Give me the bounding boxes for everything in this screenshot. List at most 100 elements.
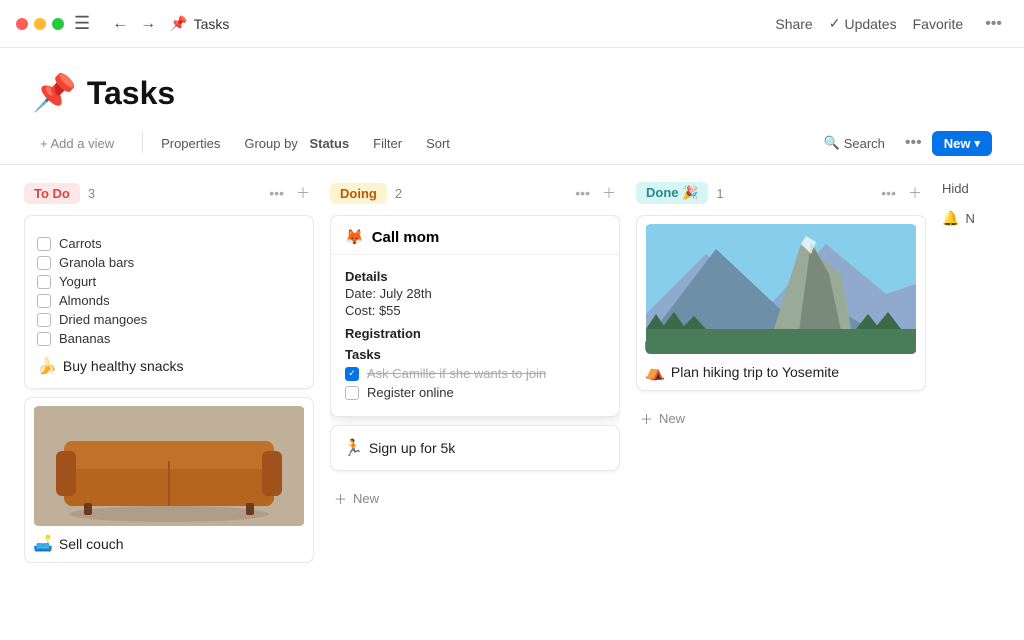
checkbox-mangoes[interactable]: [37, 313, 51, 327]
doing-label: Doing: [330, 183, 387, 204]
check-label-carrots: Carrots: [59, 236, 102, 251]
column-hidden: Hidd 🔔 N: [942, 181, 1002, 617]
checkbox-granola[interactable]: [37, 256, 51, 270]
traffic-light-green[interactable]: [52, 18, 64, 30]
updates-button[interactable]: ✓ Updates: [829, 15, 897, 32]
detail-date: Date: July 28th: [345, 286, 605, 301]
new-button[interactable]: New ▾: [932, 131, 992, 156]
titlebar-left: ☰ ← → 📌 Tasks: [16, 13, 229, 35]
checkbox-register[interactable]: [345, 386, 359, 400]
add-view-button[interactable]: + Add a view: [32, 132, 122, 155]
check-label-yogurt: Yogurt: [59, 274, 96, 289]
done-header-actions: ••• ＋: [877, 181, 926, 205]
toolbar-more-button[interactable]: •••: [899, 130, 928, 156]
task-camille-text: Ask Camille if she wants to join: [367, 366, 546, 381]
more-options-button[interactable]: •••: [979, 11, 1008, 37]
couch-title-text: Sell couch: [59, 536, 124, 552]
call-mom-title: 🦊 Call mom: [331, 216, 619, 254]
page-name: Tasks: [87, 75, 175, 112]
card-buy-snacks[interactable]: Carrots Granola bars Yogurt Almonds: [24, 215, 314, 389]
share-button[interactable]: Share: [775, 16, 812, 32]
sort-button[interactable]: Sort: [416, 131, 460, 156]
traffic-lights: [16, 18, 64, 30]
favorite-button[interactable]: Favorite: [913, 16, 964, 32]
group-by-button[interactable]: Group by Status: [234, 131, 359, 156]
column-header-done: Done 🎉 1 ••• ＋: [636, 181, 926, 205]
hamburger-menu[interactable]: ☰: [74, 13, 90, 34]
group-by-value: Status: [309, 136, 349, 151]
forward-button[interactable]: →: [136, 13, 160, 35]
hidden-header: Hidd: [942, 181, 1002, 196]
search-button[interactable]: 🔍 Search: [814, 130, 895, 156]
bell-icon: 🔔: [942, 210, 959, 227]
task-register: Register online: [345, 385, 605, 400]
task-camille: ✓ Ask Camille if she wants to join: [345, 366, 605, 381]
card-title-hiking: ⛺ Plan hiking trip to Yosemite: [645, 362, 917, 382]
todo-count: 3: [88, 186, 95, 201]
checkbox-carrots[interactable]: [37, 237, 51, 251]
done-new-label: New: [659, 411, 685, 426]
check-item-carrots: Carrots: [37, 236, 301, 251]
hidden-label: Hidd: [942, 181, 969, 196]
doing-new-button[interactable]: ＋ New: [330, 483, 620, 514]
card-hiking[interactable]: ⛺ Plan hiking trip to Yosemite: [636, 215, 926, 391]
page-header: 📌 Tasks: [0, 48, 1024, 126]
todo-cards: Carrots Granola bars Yogurt Almonds: [24, 215, 314, 563]
search-icon: 🔍: [824, 135, 840, 151]
properties-label: Properties: [161, 136, 220, 151]
checkbox-almonds[interactable]: [37, 294, 51, 308]
couch-icon: 🛋️: [33, 534, 53, 554]
checkbox-bananas[interactable]: [37, 332, 51, 346]
card-title-snacks: 🍌 Buy healthy snacks: [37, 356, 301, 376]
doing-header-actions: ••• ＋: [571, 181, 620, 205]
traffic-light-yellow[interactable]: [34, 18, 46, 30]
card-title-5k: 🏃 Sign up for 5k: [343, 438, 607, 458]
done-more-button[interactable]: •••: [877, 183, 900, 203]
done-label: Done 🎉: [636, 182, 708, 204]
check-label-almonds: Almonds: [59, 293, 110, 308]
registration-title: Registration: [345, 326, 605, 341]
card-sell-couch[interactable]: 🛋️ Sell couch: [24, 397, 314, 563]
doing-new-label: New: [353, 491, 379, 506]
properties-button[interactable]: Properties: [151, 131, 230, 156]
done-new-plus: ＋: [640, 409, 653, 428]
done-add-button[interactable]: ＋: [904, 181, 926, 205]
todo-header-actions: ••• ＋: [265, 181, 314, 205]
checkbox-camille[interactable]: ✓: [345, 367, 359, 381]
tent-icon: ⛺: [645, 362, 665, 382]
card-5k[interactable]: 🏃 Sign up for 5k: [330, 425, 620, 471]
traffic-light-red[interactable]: [16, 18, 28, 30]
card-call-mom[interactable]: 🦊 Call mom Details Date: July 28th Cost:…: [330, 215, 620, 417]
doing-more-button[interactable]: •••: [571, 183, 594, 203]
search-label: Search: [844, 136, 885, 151]
share-label: Share: [775, 16, 812, 32]
todo-add-button[interactable]: ＋: [292, 181, 314, 205]
column-header-doing: Doing 2 ••• ＋: [330, 181, 620, 205]
titlebar-right: Share ✓ Updates Favorite •••: [775, 11, 1008, 37]
doing-add-button[interactable]: ＋: [598, 181, 620, 205]
page-title-bar: 📌 Tasks: [170, 15, 229, 32]
todo-label: To Do: [24, 183, 80, 204]
detail-cost: Cost: $55: [345, 303, 605, 318]
hidden-stub-text: N: [965, 211, 974, 226]
task-register-text: Register online: [367, 385, 454, 400]
done-count: 1: [716, 186, 723, 201]
add-view-label: + Add a view: [40, 136, 114, 151]
toolbar-separator: [142, 133, 143, 153]
check-label-bananas: Bananas: [59, 331, 110, 346]
filter-label: Filter: [373, 136, 402, 151]
toolbar: + Add a view Properties Group by Status …: [0, 126, 1024, 165]
hiking-title-text: Plan hiking trip to Yosemite: [671, 364, 839, 380]
column-doing: Doing 2 ••• ＋ 🦊 Call mom Details Date: J…: [330, 181, 620, 617]
filter-button[interactable]: Filter: [363, 131, 412, 156]
sort-label: Sort: [426, 136, 450, 151]
back-button[interactable]: ←: [108, 13, 132, 35]
done-new-button[interactable]: ＋ New: [636, 403, 926, 434]
checklist-snacks: Carrots Granola bars Yogurt Almonds: [37, 236, 301, 346]
todo-more-button[interactable]: •••: [265, 183, 288, 203]
details-section-title: Details: [345, 269, 605, 284]
done-cards: ⛺ Plan hiking trip to Yosemite ＋ New: [636, 215, 926, 434]
sofa-image: [33, 406, 305, 526]
check-item-almonds: Almonds: [37, 293, 301, 308]
checkbox-yogurt[interactable]: [37, 275, 51, 289]
